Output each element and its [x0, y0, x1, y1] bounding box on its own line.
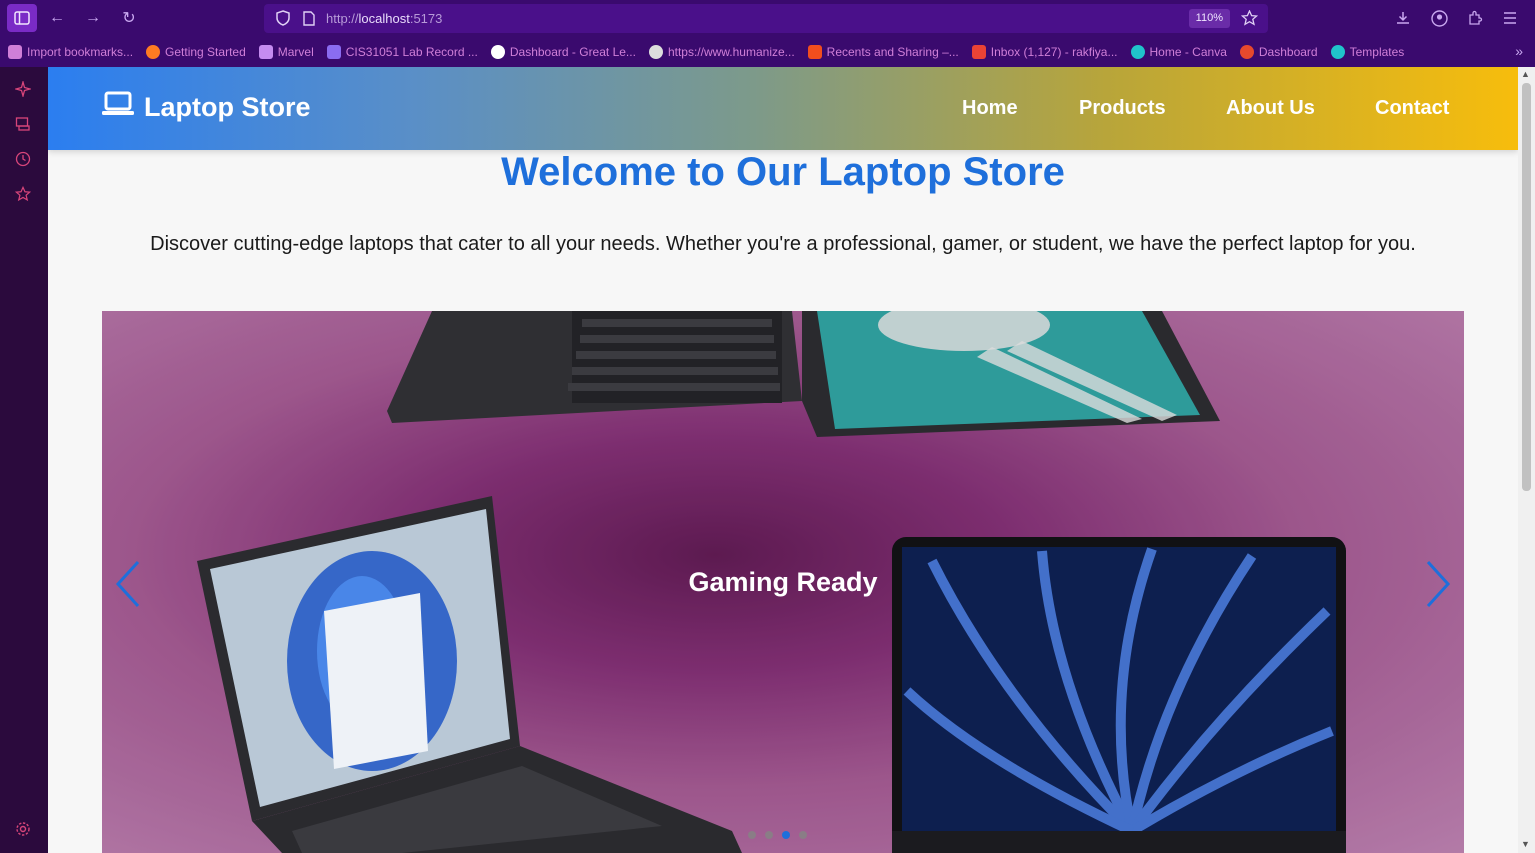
bookmark-item[interactable]: Getting Started [146, 45, 246, 59]
page-scrollbar[interactable]: ▲ ▼ [1518, 67, 1535, 853]
bookmark-item[interactable]: Inbox (1,127) - rakfiya... [971, 45, 1118, 59]
scroll-thumb[interactable] [1522, 83, 1531, 491]
page-icon [296, 6, 322, 30]
bookmark-label: Inbox (1,127) - rakfiya... [990, 45, 1118, 59]
url-port: :5173 [409, 11, 443, 26]
scroll-up-icon[interactable]: ▲ [1521, 69, 1530, 79]
carousel-caption: Gaming Ready [688, 567, 878, 597]
browser-sidebar [0, 67, 48, 853]
bookmarks-overflow-icon[interactable]: » [1515, 43, 1523, 59]
reload-icon[interactable]: ↻ [116, 6, 142, 30]
carousel-indicators [748, 831, 807, 839]
carousel-dot[interactable] [782, 831, 790, 839]
bookmark-item[interactable]: Recents and Sharing –... [807, 45, 959, 59]
nav-contact[interactable]: Contact [1375, 97, 1449, 120]
site-navbar: Laptop Store Home Products About Us Cont… [48, 67, 1518, 150]
bookmark-label: Dashboard [1258, 45, 1318, 59]
page-subtitle: Discover cutting-edge laptops that cater… [150, 233, 1416, 255]
nav-home[interactable]: Home [962, 97, 1018, 120]
product-carousel[interactable]: Gaming Ready [102, 311, 1464, 853]
browser-toolbar: ← → ↻ http://localhost:5173 110% [0, 0, 1535, 37]
canva-icon [1330, 45, 1345, 59]
synced-tabs-icon[interactable] [13, 116, 33, 136]
bookmark-label: Dashboard - Great Le... [509, 45, 636, 59]
google-icon [490, 45, 505, 59]
bookmark-item[interactable]: Marvel [258, 45, 314, 59]
carousel-dot[interactable] [799, 831, 807, 839]
bookmark-item[interactable]: CIS31051 Lab Record ... [326, 45, 478, 59]
bookmarks-bar: Import bookmarks... Getting Started Marvel… [0, 37, 1535, 67]
extensions-icon[interactable] [1462, 6, 1488, 30]
url-text[interactable]: http://localhost:5173 [326, 11, 442, 26]
firefox-icon [146, 45, 161, 59]
nav-about-us[interactable]: About Us [1226, 97, 1315, 120]
figma-icon [807, 45, 822, 59]
menu-icon[interactable] [1497, 6, 1523, 30]
bookmark-label: Marvel [277, 45, 314, 59]
address-bar[interactable]: http://localhost:5173 110% [264, 4, 1268, 33]
document-icon [326, 45, 341, 59]
marvel-icon [258, 45, 273, 59]
bookmarks-icon[interactable] [13, 185, 33, 206]
carousel-prev-icon[interactable] [114, 559, 142, 614]
shield-icon[interactable] [270, 6, 296, 30]
laptop-icon [102, 91, 134, 124]
sidebar-toggle-icon[interactable] [7, 4, 37, 32]
carousel-dot[interactable] [748, 831, 756, 839]
url-host: localhost [358, 11, 410, 26]
nav-products[interactable]: Products [1079, 97, 1166, 120]
carousel-next-icon[interactable] [1424, 559, 1452, 614]
bookmark-item[interactable]: Home - Canva [1130, 45, 1227, 59]
page-title: Welcome to Our Laptop Store [501, 150, 1065, 194]
brand-logo[interactable]: Laptop Store [102, 91, 311, 124]
bookmark-item[interactable]: Templates [1330, 45, 1405, 59]
bookmark-item[interactable]: Import bookmarks... [8, 45, 133, 59]
bookmark-label: Getting Started [165, 45, 246, 59]
account-icon[interactable] [1426, 6, 1452, 30]
carousel-dot[interactable] [765, 831, 773, 839]
url-prefix: http:// [326, 11, 359, 26]
dashboard-icon [1239, 45, 1254, 59]
sidebar-settings-icon[interactable] [13, 821, 33, 841]
forward-icon[interactable]: → [80, 6, 106, 30]
bookmark-label: https://www.humanize... [667, 45, 795, 59]
canva-icon [1130, 45, 1145, 59]
bookmark-item[interactable]: https://www.humanize... [648, 45, 795, 59]
back-icon[interactable]: ← [44, 6, 70, 30]
page-viewport: Laptop Store Home Products About Us Cont… [48, 67, 1518, 853]
bookmark-label: Import bookmarks... [27, 45, 134, 59]
ai-chatbot-icon[interactable] [13, 79, 33, 101]
bookmark-label: CIS31051 Lab Record ... [345, 45, 478, 59]
bookmark-star-icon[interactable] [1236, 6, 1262, 30]
globe-icon [648, 45, 663, 59]
bookmark-label: Templates [1349, 45, 1405, 59]
zoom-level[interactable]: 110% [1188, 9, 1230, 28]
import-icon [8, 45, 22, 59]
bookmark-label: Recents and Sharing –... [826, 45, 959, 59]
bookmark-item[interactable]: Dashboard - Great Le... [490, 45, 636, 59]
bookmark-label: Home - Canva [1149, 45, 1227, 59]
scroll-down-icon[interactable]: ▼ [1521, 839, 1530, 849]
gmail-icon [971, 45, 986, 59]
history-icon[interactable] [13, 151, 33, 171]
brand-name: Laptop Store [144, 92, 311, 122]
downloads-icon[interactable] [1390, 6, 1416, 30]
bookmark-item[interactable]: Dashboard [1239, 45, 1318, 59]
